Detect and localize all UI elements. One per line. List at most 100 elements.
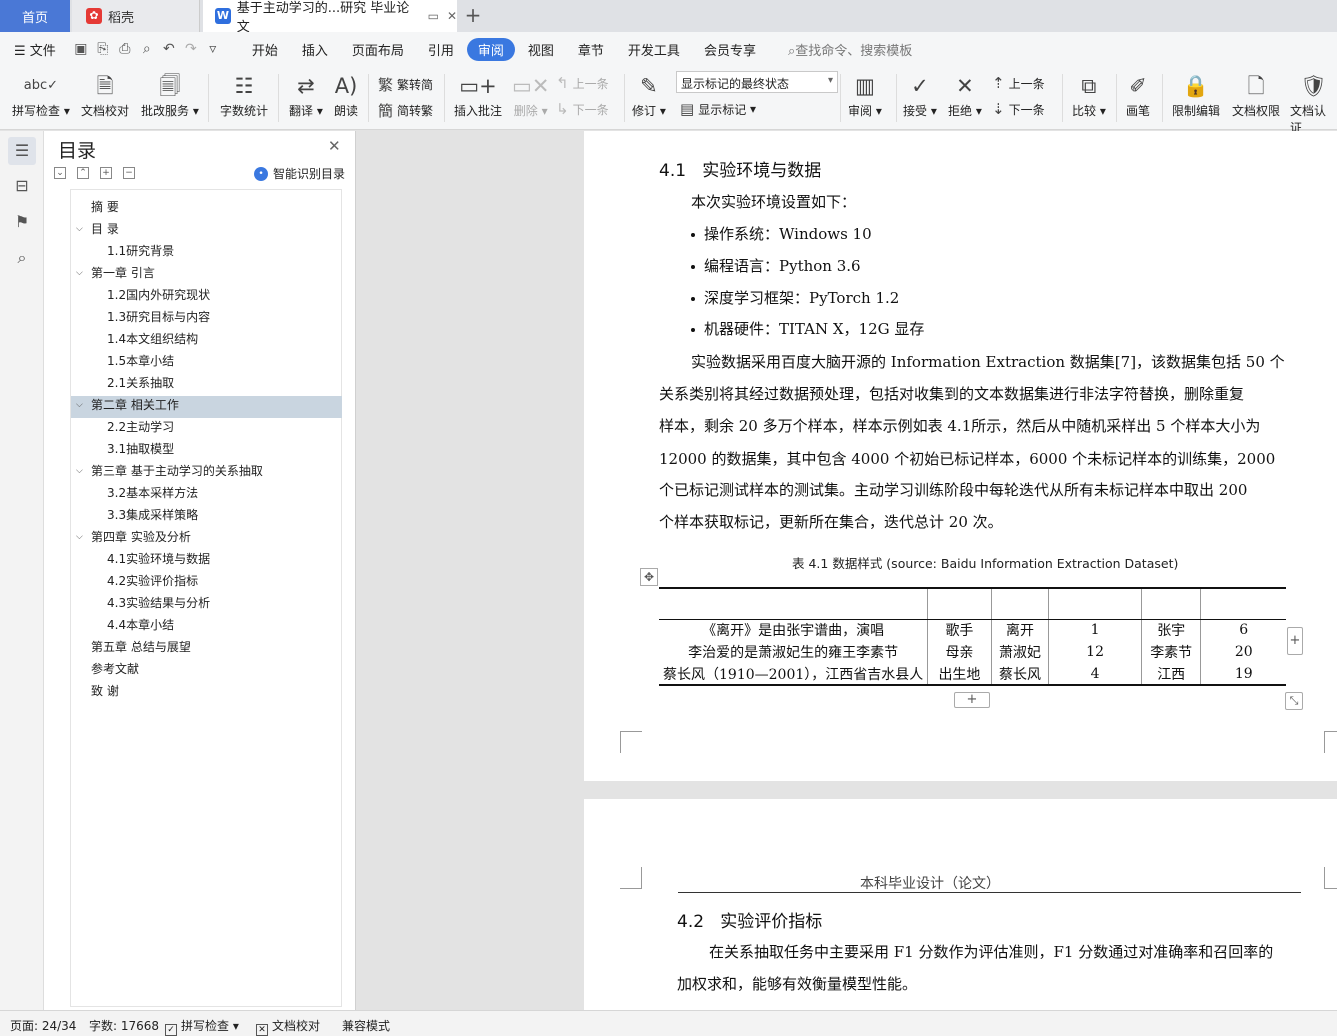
toc-item[interactable]: 参考文献 bbox=[91, 658, 139, 680]
doc-permission-button[interactable]: 🗋 文档权限 bbox=[1232, 70, 1280, 119]
translate-button[interactable]: ⇄ 翻译 ▾ bbox=[289, 70, 323, 119]
show-markup-button[interactable]: ▤ 显示标记 ▾ bbox=[680, 100, 756, 118]
toc-item[interactable]: ⌵ 第一章 引言 bbox=[76, 262, 155, 284]
doc-proof-button[interactable]: 🗎 文档校对 bbox=[81, 70, 129, 119]
table-move-handle-icon[interactable]: ✥ bbox=[640, 568, 658, 586]
toc-item[interactable]: 3.3集成采样策略 bbox=[107, 504, 198, 526]
menu-tab-references[interactable]: 引用 bbox=[417, 38, 465, 61]
toc-item[interactable]: 4.4本章小结 bbox=[107, 614, 174, 636]
toc-item[interactable]: ⌵ 第三章 基于主动学习的关系抽取 bbox=[76, 460, 263, 482]
prev-change-button[interactable]: ⇡ 上一条 bbox=[992, 74, 1045, 92]
table-cell: 李治爱的是萧淑妃生的雍王李素节 bbox=[688, 645, 899, 661]
tab-docer[interactable]: ✿ 稻壳 bbox=[72, 0, 200, 32]
command-search[interactable]: ⌕查找命令、搜索模板 bbox=[788, 40, 912, 59]
save-icon[interactable]: ▣ bbox=[70, 41, 92, 57]
simp-to-trad-button[interactable]: 簡简转繁 bbox=[378, 100, 433, 121]
data-table[interactable]: 《离开》是由张宇谱曲，演唱 歌手 离开 1 张宇 6 李治爱的是萧淑妃生的雍王李素节 母亲萧… bbox=[659, 587, 1286, 686]
toc-item[interactable]: 4.3实验结果与分析 bbox=[107, 592, 210, 614]
table-resize-icon[interactable]: ⤡ bbox=[1285, 692, 1303, 710]
print-preview-icon[interactable]: ⌕ bbox=[136, 41, 158, 57]
toc-panel-icon[interactable]: ☰ bbox=[8, 137, 36, 165]
document-page[interactable]: 本科毕业设计（论文） 4.2 实验评价指标 在关系抽取任务中主要采用 F1 分数… bbox=[584, 799, 1337, 1010]
toc-item[interactable]: 2.1关系抽取 bbox=[107, 372, 174, 394]
prev-comment-button[interactable]: ↰ 上一条 bbox=[556, 74, 609, 92]
pen-button[interactable]: ✐ 画笔 bbox=[1126, 70, 1150, 119]
chevron-down-icon[interactable]: ⌵ bbox=[76, 526, 83, 548]
toc-item[interactable]: 4.2实验评价指标 bbox=[107, 570, 198, 592]
toc-item[interactable]: 致 谢 bbox=[91, 680, 119, 702]
compare-button[interactable]: ⧉ 比较 ▾ bbox=[1072, 70, 1106, 119]
close-icon[interactable]: ✕ bbox=[328, 137, 341, 155]
toc-item[interactable]: ⌵ 第二章 相关工作 bbox=[76, 394, 179, 416]
chevron-down-icon[interactable]: ⌵ bbox=[76, 394, 83, 416]
toc-item[interactable]: 3.2基本采样方法 bbox=[107, 482, 198, 504]
toc-item[interactable]: 1.2国内外研究现状 bbox=[107, 284, 210, 306]
find-icon[interactable]: ⌕ bbox=[8, 244, 36, 272]
toc-item[interactable]: 1.3研究目标与内容 bbox=[107, 306, 210, 328]
word-count-button[interactable]: ☷ 字数统计 bbox=[220, 70, 268, 119]
collapse-level-icon[interactable]: − bbox=[123, 167, 135, 179]
accept-button[interactable]: ✓ 接受 ▾ bbox=[903, 70, 937, 119]
menu-tab-section[interactable]: 章节 bbox=[567, 38, 615, 61]
menu-tab-insert[interactable]: 插入 bbox=[291, 38, 339, 61]
insert-comment-button[interactable]: ▭+ 插入批注 bbox=[454, 70, 502, 119]
menu-file[interactable]: ☰ 文件 bbox=[14, 40, 56, 59]
read-aloud-button[interactable]: A) 朗读 bbox=[334, 70, 358, 119]
markup-mode-select[interactable]: 显示标记的最终状态 ▾ bbox=[676, 71, 838, 93]
new-tab-button[interactable]: + bbox=[462, 4, 484, 26]
review-pane-button[interactable]: ▥ 审阅 ▾ bbox=[848, 70, 882, 119]
chevron-down-icon[interactable]: ⌵ bbox=[76, 460, 83, 482]
tab-close-icon[interactable]: ✕ bbox=[447, 9, 457, 23]
export-pdf-icon[interactable]: ⎘ bbox=[92, 41, 114, 57]
add-row-icon[interactable]: + bbox=[954, 692, 990, 708]
customize-icon[interactable]: ▿ bbox=[202, 41, 224, 57]
redo-icon[interactable]: ↷ bbox=[180, 41, 202, 57]
chapter-nav-icon[interactable]: ⊟ bbox=[8, 172, 36, 200]
print-icon[interactable]: ⎙ bbox=[114, 41, 136, 57]
toc-item[interactable]: 4.1实验环境与数据 bbox=[107, 548, 210, 570]
tab-document[interactable]: W 基于主动学习的...研究 毕业论文 ▭ ✕ bbox=[203, 0, 457, 35]
status-doc-proof[interactable]: ✕ 文档校对 bbox=[256, 1017, 320, 1036]
collapse-all-icon[interactable]: ⌄ bbox=[54, 167, 66, 179]
toc-item[interactable]: 第五章 总结与展望 bbox=[91, 636, 191, 658]
menu-tab-review[interactable]: 审阅 bbox=[466, 37, 515, 61]
add-column-icon[interactable]: + bbox=[1287, 627, 1303, 655]
next-change-button[interactable]: ⇣ 下一条 bbox=[992, 100, 1045, 118]
tab-home[interactable]: 首页 bbox=[0, 0, 70, 32]
toc-item[interactable]: 1.4本文组织结构 bbox=[107, 328, 198, 350]
doc-cert-button[interactable]: 🛡 文档认证 bbox=[1290, 70, 1337, 136]
chevron-down-icon[interactable]: ⌵ bbox=[76, 218, 83, 240]
bookmark-icon[interactable]: ⚑ bbox=[8, 208, 36, 236]
menu-tab-view[interactable]: 视图 bbox=[517, 38, 565, 61]
toc-item[interactable]: ⌵ 第四章 实验及分析 bbox=[76, 526, 191, 548]
trad-to-simp-button[interactable]: 繁繁转简 bbox=[378, 74, 433, 95]
simp-to-trad-label: 简转繁 bbox=[397, 104, 434, 118]
undo-icon[interactable]: ↶ bbox=[158, 41, 180, 57]
tab-window-icon[interactable]: ▭ bbox=[428, 9, 439, 23]
menu-tab-layout[interactable]: 页面布局 bbox=[341, 38, 415, 61]
menu-tab-vip[interactable]: 会员专享 bbox=[693, 38, 767, 61]
status-spell-check[interactable]: ✓ 拼写检查 ▾ bbox=[165, 1017, 239, 1036]
page-indicator[interactable]: 页面: 24/34 bbox=[10, 1017, 76, 1034]
delete-comment-button[interactable]: ▭✕ 删除 ▾ bbox=[512, 70, 549, 119]
spell-check-button[interactable]: abc✓ 拼写检查 ▾ bbox=[12, 70, 70, 119]
toc-item[interactable]: 1.1研究背景 bbox=[107, 240, 174, 262]
chevron-down-icon[interactable]: ⌵ bbox=[76, 262, 83, 284]
next-comment-button[interactable]: ↳ 下一条 bbox=[556, 100, 609, 118]
toc-item[interactable]: 摘 要 bbox=[91, 196, 119, 218]
toc-item[interactable]: 1.5本章小结 bbox=[107, 350, 174, 372]
word-count-indicator[interactable]: 字数: 17668 bbox=[89, 1017, 159, 1034]
smart-toc-button[interactable]: • 智能识别目录 bbox=[254, 165, 345, 182]
menu-tab-home[interactable]: 开始 bbox=[241, 38, 289, 61]
toc-item[interactable]: 3.1抽取模型 bbox=[107, 438, 174, 460]
document-page[interactable]: 4.1 实验环境与数据 本次实验环境设置如下： 操作系统：Windows 10 … bbox=[584, 131, 1337, 781]
expand-all-icon[interactable]: + bbox=[100, 167, 112, 179]
menu-tab-developer[interactable]: 开发工具 bbox=[617, 38, 691, 61]
restrict-edit-button[interactable]: 🔒 限制编辑 bbox=[1172, 70, 1220, 119]
reject-button[interactable]: ✕ 拒绝 ▾ bbox=[948, 70, 982, 119]
annotate-service-button[interactable]: 🗐 批改服务 ▾ bbox=[141, 70, 199, 119]
toc-item[interactable]: ⌵ 目 录 bbox=[76, 218, 119, 240]
toc-item[interactable]: 2.2主动学习 bbox=[107, 416, 174, 438]
track-changes-button[interactable]: ✎ 修订 ▾ bbox=[632, 70, 666, 119]
expand-level-icon[interactable]: ⌃ bbox=[77, 167, 89, 179]
